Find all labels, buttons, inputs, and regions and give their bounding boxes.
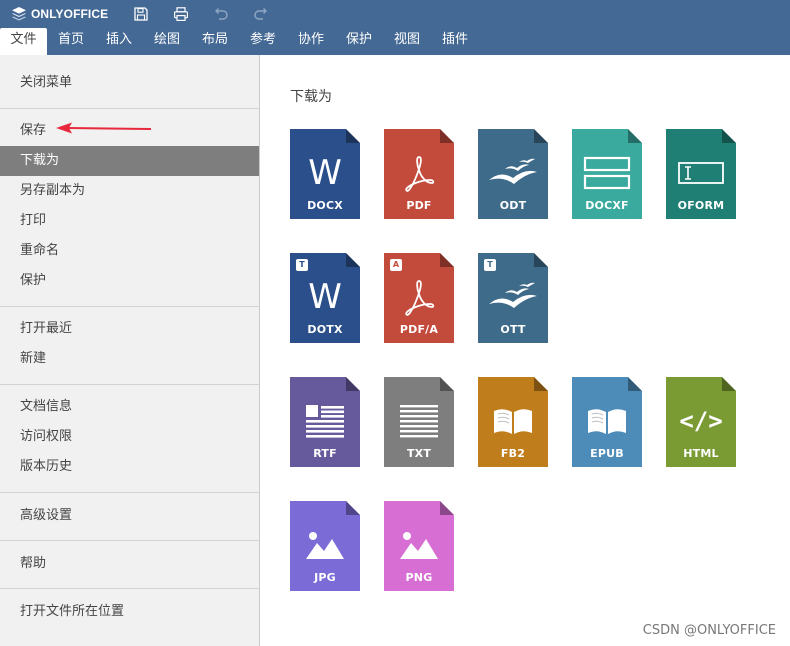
undo-button[interactable] bbox=[212, 5, 230, 23]
tab-file[interactable]: 文件 bbox=[0, 28, 47, 55]
menu-help[interactable]: 帮助 bbox=[0, 549, 259, 579]
menu-new[interactable]: 新建 bbox=[0, 344, 259, 374]
format-label: DOCX bbox=[307, 199, 343, 212]
book-icon bbox=[478, 399, 548, 443]
menu-access-rights[interactable]: 访问权限 bbox=[0, 422, 259, 452]
tab-protection[interactable]: 保护 bbox=[335, 28, 383, 55]
watermark: CSDN @ONLYOFFICE bbox=[642, 623, 776, 638]
gulls-icon bbox=[478, 275, 548, 319]
format-docx-button[interactable]: W DOCX bbox=[290, 129, 360, 219]
format-png-button[interactable]: PNG bbox=[384, 501, 454, 591]
printer-icon bbox=[174, 7, 189, 22]
book-icon bbox=[572, 399, 642, 443]
menu-document-info[interactable]: 文档信息 bbox=[0, 392, 259, 422]
format-ott-button[interactable]: T OTT bbox=[478, 253, 548, 343]
pdf-icon bbox=[384, 151, 454, 195]
undo-icon bbox=[215, 8, 228, 20]
format-label: PDF bbox=[406, 199, 432, 212]
menu-open-file-location[interactable]: 打开文件所在位置 bbox=[0, 597, 259, 627]
print-button[interactable] bbox=[172, 5, 190, 23]
format-label: DOCXF bbox=[585, 199, 629, 212]
app-logo: ONLYOFFICE bbox=[11, 6, 108, 22]
form-fields-icon bbox=[572, 151, 642, 195]
format-label: RTF bbox=[313, 447, 337, 460]
rich-text-icon bbox=[290, 399, 360, 443]
format-label: TXT bbox=[406, 447, 432, 460]
format-label: PDF/A bbox=[399, 323, 439, 336]
app-name: ONLYOFFICE bbox=[31, 7, 109, 21]
template-badge: A bbox=[390, 259, 402, 271]
format-label: ODT bbox=[499, 199, 527, 212]
menu-open-recent[interactable]: 打开最近 bbox=[0, 314, 259, 344]
floppy-disk-icon bbox=[134, 7, 148, 21]
image-icon bbox=[290, 523, 360, 567]
format-label: DOTX bbox=[307, 323, 343, 336]
tab-references[interactable]: 参考 bbox=[239, 28, 287, 55]
format-pdf-button[interactable]: PDF bbox=[384, 129, 454, 219]
menu-close-menu[interactable]: 关闭菜单 bbox=[0, 68, 259, 98]
format-rtf-button[interactable]: RTF bbox=[290, 377, 360, 467]
menu-version-history[interactable]: 版本历史 bbox=[0, 452, 259, 482]
menu-advanced-settings[interactable]: 高级设置 bbox=[0, 501, 259, 531]
text-field-icon bbox=[666, 151, 736, 195]
plain-text-icon bbox=[384, 399, 454, 443]
menu-print[interactable]: 打印 bbox=[0, 206, 259, 236]
tab-layout[interactable]: 布局 bbox=[191, 28, 239, 55]
format-label: OFORM bbox=[677, 199, 725, 212]
format-odt-button[interactable]: ODT bbox=[478, 129, 548, 219]
menu-divider bbox=[0, 492, 259, 493]
format-label: HTML bbox=[683, 447, 719, 460]
tab-insert[interactable]: 插入 bbox=[95, 28, 143, 55]
ribbon-tabs: 文件 首页 插入 绘图 布局 参考 协作 保护 视图 插件 bbox=[0, 28, 790, 55]
format-dotx-button[interactable]: W T DOTX bbox=[290, 253, 360, 343]
red-arrow-annotation bbox=[56, 122, 152, 134]
menu-divider bbox=[0, 588, 259, 589]
format-label: PNG bbox=[405, 571, 433, 584]
word-icon: W bbox=[308, 277, 342, 317]
image-icon bbox=[384, 523, 454, 567]
menu-protect[interactable]: 保护 bbox=[0, 266, 259, 296]
menu-divider bbox=[0, 108, 259, 109]
tab-plugins[interactable]: 插件 bbox=[431, 28, 479, 55]
onlyoffice-logo-icon bbox=[12, 7, 26, 21]
template-badge: T bbox=[484, 259, 496, 271]
format-label: JPG bbox=[314, 571, 336, 584]
redo-button[interactable] bbox=[252, 5, 270, 23]
title-bar: ONLYOFFICE bbox=[0, 0, 790, 28]
menu-download-as[interactable]: 下载为 bbox=[0, 146, 259, 176]
tab-home[interactable]: 首页 bbox=[47, 28, 95, 55]
menu-save-copy-as[interactable]: 另存副本为 bbox=[0, 176, 259, 206]
word-icon: W bbox=[308, 153, 342, 193]
format-epub-button[interactable]: EPUB bbox=[572, 377, 642, 467]
file-menu-sidebar: 关闭菜单 保存 下载为 另存副本为 打印 重命名 保护 打开最近 新建 文档信息… bbox=[0, 55, 260, 646]
format-html-button[interactable]: </> HTML bbox=[666, 377, 736, 467]
format-oform-button[interactable]: OFORM bbox=[666, 129, 736, 219]
format-pdfa-button[interactable]: A PDF/A bbox=[384, 253, 454, 343]
template-badge: T bbox=[296, 259, 308, 271]
format-txt-button[interactable]: TXT bbox=[384, 377, 454, 467]
pdf-icon bbox=[384, 275, 454, 319]
format-docxf-button[interactable]: DOCXF bbox=[572, 129, 642, 219]
code-icon: </> bbox=[679, 407, 723, 435]
menu-divider bbox=[0, 306, 259, 307]
format-label: FB2 bbox=[500, 447, 526, 460]
menu-rename[interactable]: 重命名 bbox=[0, 236, 259, 266]
redo-icon bbox=[254, 8, 267, 20]
format-fb2-button[interactable]: FB2 bbox=[478, 377, 548, 467]
format-jpg-button[interactable]: JPG bbox=[290, 501, 360, 591]
gulls-icon bbox=[478, 151, 548, 195]
download-as-title: 下载为 bbox=[290, 89, 332, 105]
menu-divider bbox=[0, 384, 259, 385]
tab-view[interactable]: 视图 bbox=[383, 28, 431, 55]
tab-draw[interactable]: 绘图 bbox=[143, 28, 191, 55]
save-button[interactable] bbox=[132, 5, 150, 23]
tab-collaboration[interactable]: 协作 bbox=[287, 28, 335, 55]
format-label: OTT bbox=[500, 323, 526, 336]
format-label: EPUB bbox=[590, 447, 624, 460]
menu-divider bbox=[0, 540, 259, 541]
